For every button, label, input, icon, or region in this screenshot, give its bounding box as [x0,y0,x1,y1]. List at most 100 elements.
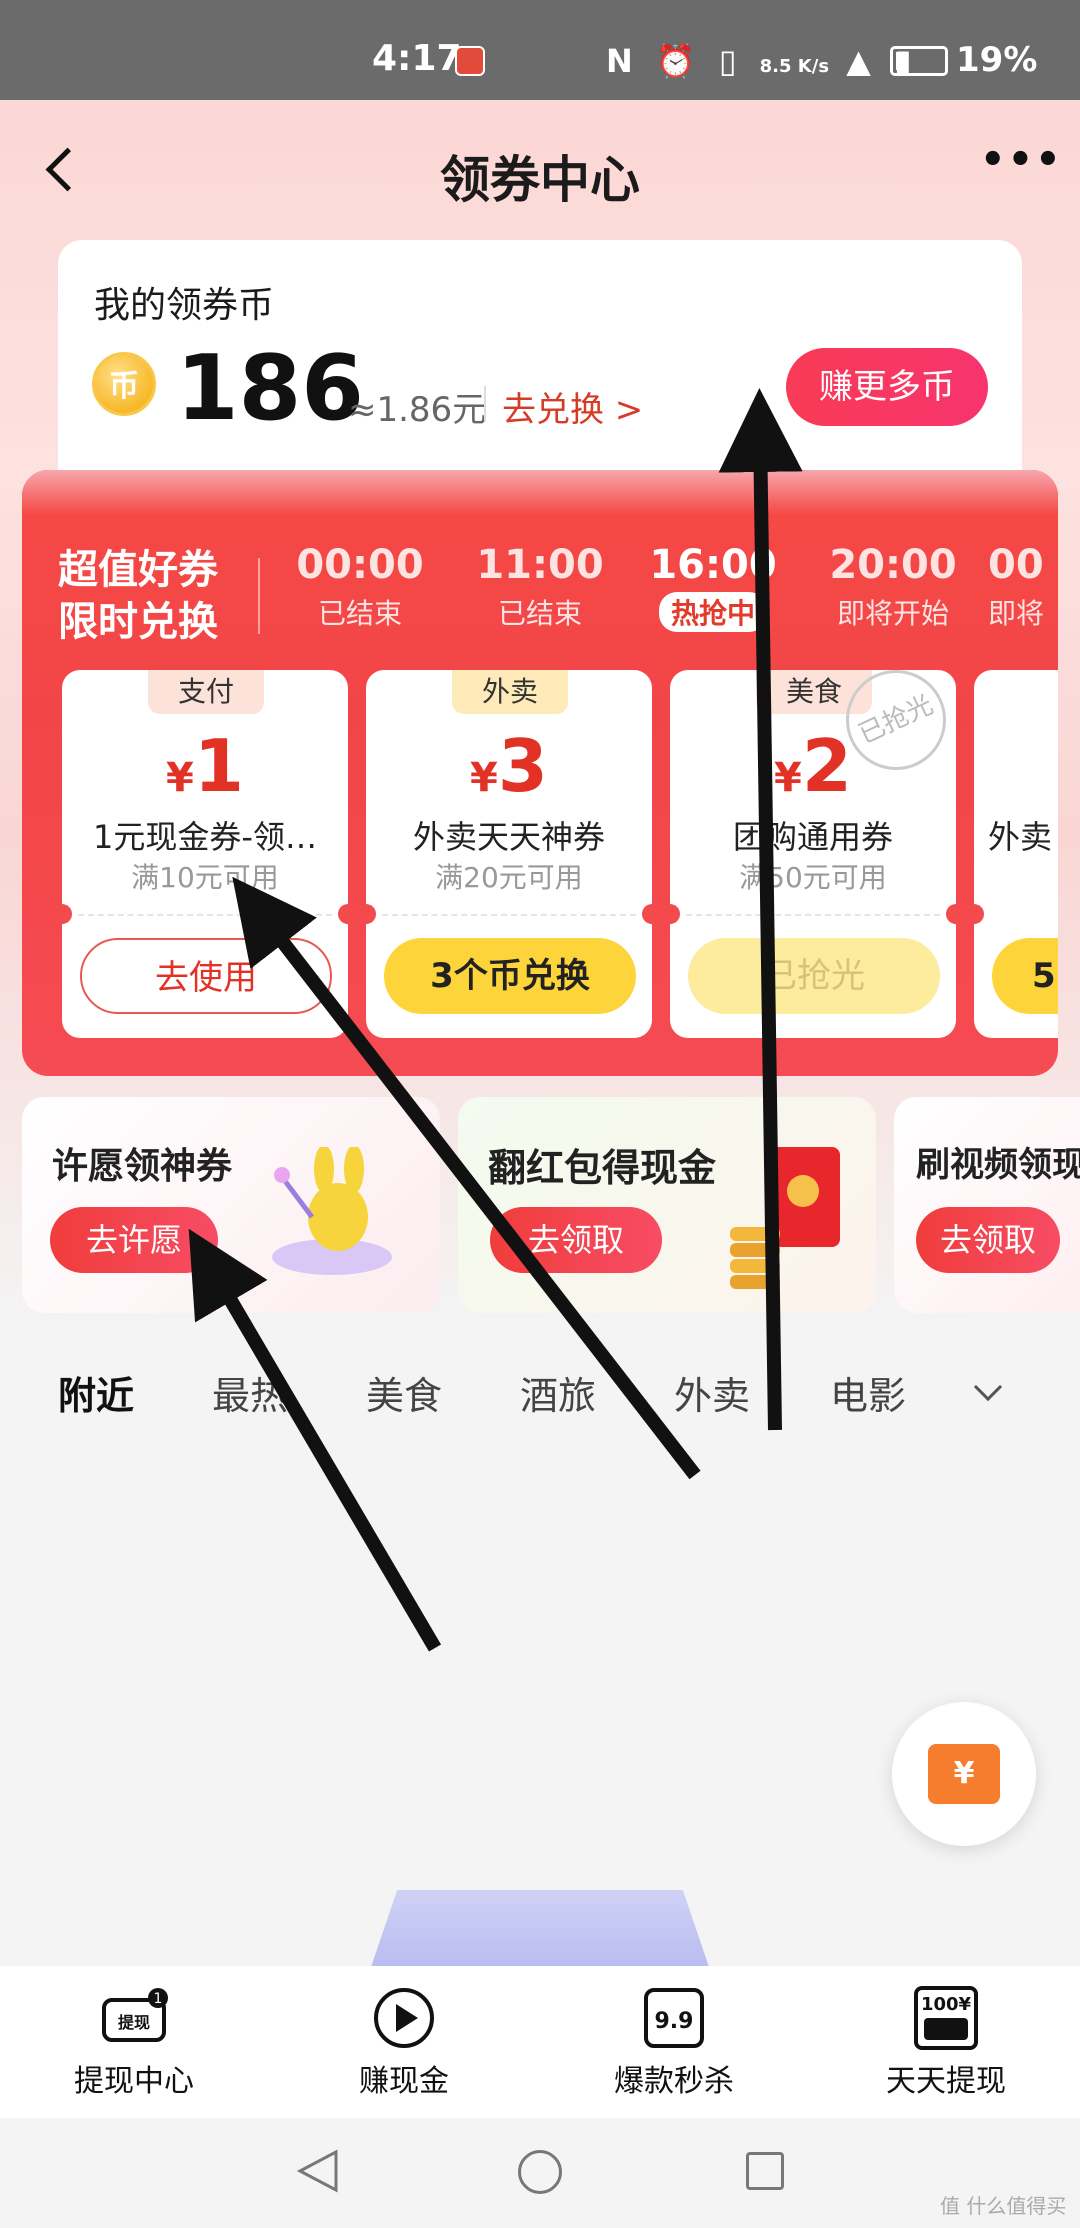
tab-hot[interactable]: 最热 [212,1365,288,1420]
tab-takeout[interactable]: 外卖 [674,1365,750,1420]
red-packet-task-card[interactable]: 翻红包得现金 去领取 [458,1097,876,1313]
red-packet-icon [710,1137,860,1297]
coin-card-title: 我的领券币 [94,285,275,326]
time-slot[interactable]: 11:00 已结束 [455,542,625,632]
app-notification-icon [455,46,485,76]
time-slot[interactable]: 00:00 已结束 [275,542,445,632]
flash-sale-panel: 超值好券 限时兑换 00:00 已结束 11:00 已结束 16:00 热抢中 … [22,470,1058,1076]
nav-withdraw-center[interactable]: 提现 1 提现中心 [34,1986,234,2100]
slot-status: 已结束 [497,597,582,630]
nav-earn-cash[interactable]: 赚现金 [304,1986,504,2100]
ticket-icon: ¥ [928,1744,1000,1804]
tab-movie[interactable]: 电影 [830,1365,906,1420]
system-back-icon[interactable] [296,2148,340,2194]
coupon-condition: 满10元可用 [131,861,279,894]
slot-status: 热抢中 [658,592,767,632]
daily-withdraw-icon-text: 100¥ [921,1994,972,2015]
tab-nearby[interactable]: 附近 [58,1365,134,1420]
slot-time: 00 [988,542,1044,588]
play-icon [374,1988,434,2048]
withdraw-icon-text: 提现 [118,2013,150,2032]
time-slot[interactable]: 00 即将 [988,542,1058,632]
battery-icon [890,46,948,76]
time-slot-active[interactable]: 16:00 热抢中 [628,542,798,632]
collect-button[interactable]: 去领取 [916,1207,1060,1273]
notch [52,904,72,924]
coupon-price: ¥3 [366,724,652,808]
coupon-card[interactable]: 美食 已抢光 ¥2 团购通用券 满50元可用 已抢光 [660,653,966,1038]
divider [78,914,332,916]
nav-label: 提现中心 [74,2064,194,2099]
bottom-nav: 提现 1 提现中心 赚现金 9.9 爆款秒杀 100¥ 天天提现 [0,1966,1080,2118]
use-coupon-button[interactable]: 去使用 [80,938,332,1014]
time-slot[interactable]: 20:00 即将开始 [808,542,978,632]
coupon-name: 团购通用券 [732,818,893,856]
panel-top-band [22,470,1058,514]
slot-time: 11:00 [476,542,604,588]
daily-withdraw-icon: 100¥ [914,1986,978,2050]
exchange-coupon-button[interactable]: 3个币兑换 [384,938,636,1014]
tab-food[interactable]: 美食 [366,1365,442,1420]
video-task-card[interactable]: 刷视频领现 去领取 [894,1097,1080,1313]
category-tabs: 附近 最热 美食 酒旅 外卖 电影 [0,1325,1080,1445]
collect-button[interactable]: 去领取 [490,1207,662,1273]
task-title: 翻红包得现金 [488,1146,717,1190]
coin-cash-equivalent: ≈1.86元 [348,390,487,430]
yen-symbol: ¥ [774,755,802,801]
net-speed: 8.5 K/s [759,56,830,77]
coin-icon: 币 [92,352,156,416]
slot-time: 16:00 [649,542,777,588]
status-icons: N ⏰ ▯ 8.5 K/s ▲ ▮ [606,42,918,80]
battery-percent: 19% [956,40,1038,80]
nav-label: 赚现金 [359,2064,449,2099]
slot-time: 20:00 [829,542,957,588]
coupon-name: 外卖 [988,818,1053,856]
nav-label: 爆款秒杀 [614,2064,734,2099]
coupon-card[interactable]: 外卖 5 [964,670,1058,1038]
task-title: 许愿领神券 [52,1146,233,1187]
system-recents-icon[interactable] [746,2152,784,2190]
nav-label: 天天提现 [886,2064,1006,2099]
slot-status: 即将开始 [836,597,949,630]
page-title: 领券中心 [440,151,640,209]
nav-badge: 1 [154,1991,163,2007]
mascot-icon [262,1145,402,1287]
feed-section: 附近 最热 美食 酒旅 外卖 电影 [0,1325,1080,1970]
earn-more-coins-button[interactable]: 赚更多币 [786,348,988,426]
coupon-tag: 支付 [148,670,264,714]
slot-time: 00:00 [296,542,424,588]
exchange-coupon-button[interactable]: 5 [992,938,1058,1014]
coupon-condition: 满50元可用 [739,861,887,894]
coupon-float-button[interactable]: ¥ [892,1702,1036,1846]
flash-sale-title: 超值好券 限时兑换 [58,544,218,648]
deals-icon-text: 9.9 [655,2009,694,2034]
coupon-condition: 满20元可用 [435,861,583,894]
nav-daily-withdraw[interactable]: 100¥ 天天提现 [846,1986,1046,2100]
slot-status: 已结束 [317,597,402,630]
deals-icon: 9.9 [644,1988,704,2048]
wish-button[interactable]: 去许愿 [50,1207,218,1273]
sold-out-button[interactable]: 已抢光 [688,938,940,1014]
coupon-price: ¥2 [670,724,956,808]
tab-hotel-travel[interactable]: 酒旅 [520,1365,596,1420]
notch [660,904,680,924]
status-time: 4:17 [372,38,462,79]
system-home-icon[interactable] [518,2150,562,2194]
task-title: 刷视频领现 [916,1145,1080,1185]
nav-flash-deals[interactable]: 9.9 爆款秒杀 [574,1986,774,2100]
status-bar: 4:17 N ⏰ ▯ 8.5 K/s ▲ ▮ 19% [0,0,1080,100]
coupon-card[interactable]: 外卖 ¥3 外卖天天神券 满20元可用 3个币兑换 [356,670,662,1038]
coupon-card[interactable]: 支付 ¥1 1元现金券-领… 满10元可用 去使用 [52,670,358,1038]
chevron-down-icon[interactable] [973,1372,1003,1402]
yen-symbol: ¥ [166,755,194,801]
watermark: 值 什么值得买 [940,2194,1067,2218]
coupon-amount: 3 [497,724,548,808]
withdraw-icon: 提现1 [102,1988,168,2042]
exchange-link[interactable]: 去兑换 > [502,382,643,431]
yen-symbol: ¥ [470,755,498,801]
coupon-tag: 外卖 [452,670,568,714]
flash-title-line1: 超值好券 [58,547,218,593]
more-icon[interactable]: ••• [980,140,1061,180]
wish-task-card[interactable]: 许愿领神券 去许愿 [22,1097,440,1313]
slot-status: 即将 [988,597,1045,630]
